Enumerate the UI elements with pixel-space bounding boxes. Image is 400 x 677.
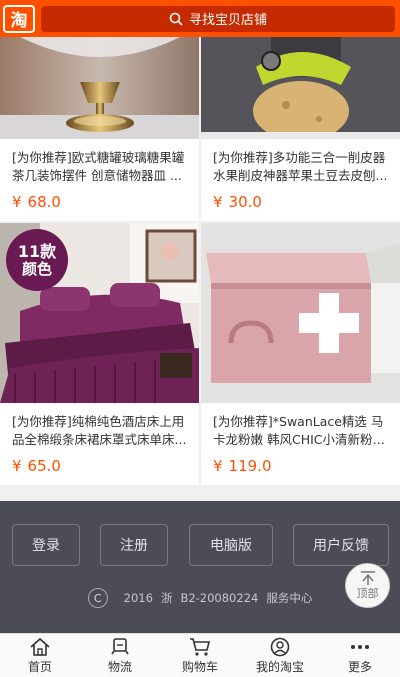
product-title[interactable]: [为你推荐]多功能三合一削皮器水果削皮神器苹果土豆去皮刨... [201, 139, 400, 185]
back-to-top-button[interactable]: 顶部 [345, 563, 390, 608]
tab-home[interactable]: 首页 [0, 634, 80, 677]
product-grid: [为你推荐]欧式糖罐玻璃糖果罐茶几装饰摆件 创意储物器皿 ... ¥68.0 [… [0, 37, 400, 487]
color-count-badge: 11款 颜色 [6, 229, 68, 291]
product-title[interactable]: [为你推荐]欧式糖罐玻璃糖果罐茶几装饰摆件 创意储物器皿 ... [0, 139, 199, 185]
top-header: 淘 寻找宝贝店铺 [0, 0, 400, 37]
user-icon [270, 637, 290, 656]
tab-cart[interactable]: 购物车 [160, 634, 240, 677]
tab-label: 购物车 [181, 659, 218, 674]
product-title[interactable]: [为你推荐]纯棉纯色酒店床上用品全棉缎条床裙床罩式床单床... [0, 403, 199, 449]
feedback-button[interactable]: 用户反馈 [293, 524, 389, 566]
tab-label: 物流 [107, 659, 132, 674]
truck-icon [111, 637, 129, 654]
product-price: ¥119.0 [213, 457, 272, 475]
login-button[interactable]: 登录 [12, 524, 80, 566]
copyright-year: 2016 [123, 591, 153, 605]
tab-label: 首页 [27, 659, 52, 674]
product-card[interactable]: [为你推荐]多功能三合一削皮器水果削皮神器苹果土豆去皮刨... ¥30.0 [201, 37, 400, 221]
copyright-line: C 2016 浙 B2-20080224 服务中心 [0, 588, 400, 608]
tab-my-taobao[interactable]: 我的淘宝 [240, 634, 320, 677]
product-image-peeler[interactable] [201, 37, 400, 139]
more-icon [351, 644, 369, 649]
register-button[interactable]: 注册 [100, 524, 168, 566]
tab-logistics[interactable]: 物流 [80, 634, 160, 677]
tab-more[interactable]: 更多 [320, 634, 400, 677]
search-icon [169, 12, 183, 26]
search-bar[interactable]: 寻找宝贝店铺 [41, 5, 395, 32]
product-image-medicine-box[interactable] [201, 223, 400, 403]
back-to-top-label: 顶部 [356, 586, 379, 600]
cart-icon [190, 637, 211, 656]
tab-label: 更多 [347, 659, 372, 674]
product-price: ¥65.0 [12, 457, 61, 475]
product-price: ¥30.0 [213, 193, 262, 211]
product-image-candy-jar[interactable] [0, 37, 199, 139]
product-card[interactable]: [为你推荐]*SwanLace精选 马卡龙粉嫩 韩风CHIC小清新粉嫩... ¥… [201, 223, 400, 485]
service-center-link[interactable]: 服务中心 [266, 590, 312, 606]
product-image-bedding[interactable]: 11款 颜色 [0, 223, 199, 403]
product-price: ¥68.0 [12, 193, 61, 211]
copyright-icon: C [87, 588, 108, 608]
arrow-up-icon [360, 570, 375, 585]
desktop-version-button[interactable]: 电脑版 [189, 524, 273, 566]
page-footer: 登录 注册 电脑版 用户反馈 C 2016 浙 B2-20080224 服务中心 [0, 501, 400, 633]
license-number: B2-20080224 [180, 591, 259, 605]
bottom-tab-bar: 首页 物流 购物车 我的淘宝 更多 [0, 633, 400, 677]
product-card[interactable]: [为你推荐]欧式糖罐玻璃糖果罐茶几装饰摆件 创意储物器皿 ... ¥68.0 [0, 37, 199, 221]
product-card[interactable]: 11款 颜色 [为你推荐]纯棉纯色酒店床上用品全棉缎条床裙床罩式床单床... ¥… [0, 223, 199, 485]
product-title[interactable]: [为你推荐]*SwanLace精选 马卡龙粉嫩 韩风CHIC小清新粉嫩... [201, 403, 400, 449]
home-icon [30, 637, 50, 656]
taobao-logo[interactable]: 淘 [3, 4, 35, 33]
search-placeholder: 寻找宝贝店铺 [188, 13, 267, 28]
license-province: 浙 [160, 591, 173, 605]
tab-label: 我的淘宝 [255, 659, 304, 674]
